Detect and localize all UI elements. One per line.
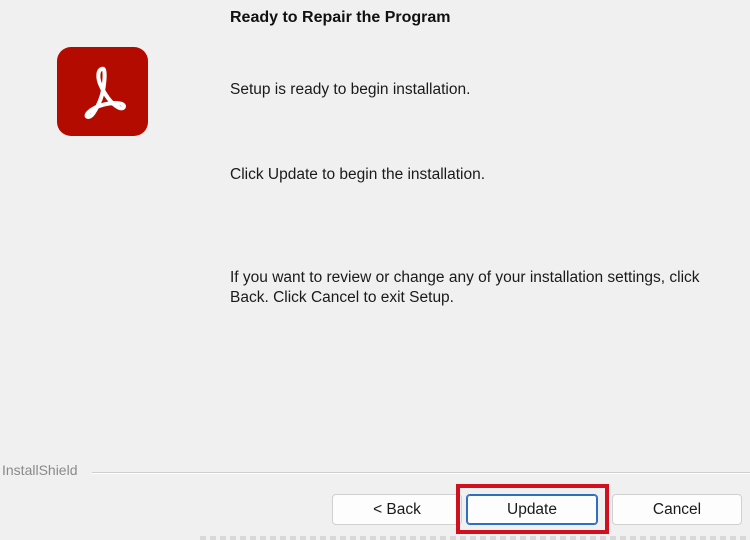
click-update-message: Click Update to begin the installation. — [230, 166, 486, 183]
dialog-title: Ready to Repair the Program — [230, 9, 451, 26]
installshield-brand-label: InstallShield — [2, 462, 78, 478]
ready-message: Setup is ready to begin installation. — [230, 81, 471, 98]
brand-row: InstallShield — [0, 462, 750, 482]
bottom-edge-artifact — [200, 536, 750, 540]
footer-divider — [92, 472, 750, 474]
cancel-button[interactable]: Cancel — [612, 494, 742, 525]
adobe-acrobat-logo-icon — [57, 47, 148, 136]
update-button[interactable]: Update — [466, 494, 598, 525]
acrobat-swirl-icon — [84, 66, 126, 119]
repair-dialog: Ready to Repair the Program Setup is rea… — [0, 0, 750, 540]
back-button[interactable]: < Back — [332, 494, 462, 525]
review-settings-message: If you want to review or change any of y… — [230, 269, 700, 306]
